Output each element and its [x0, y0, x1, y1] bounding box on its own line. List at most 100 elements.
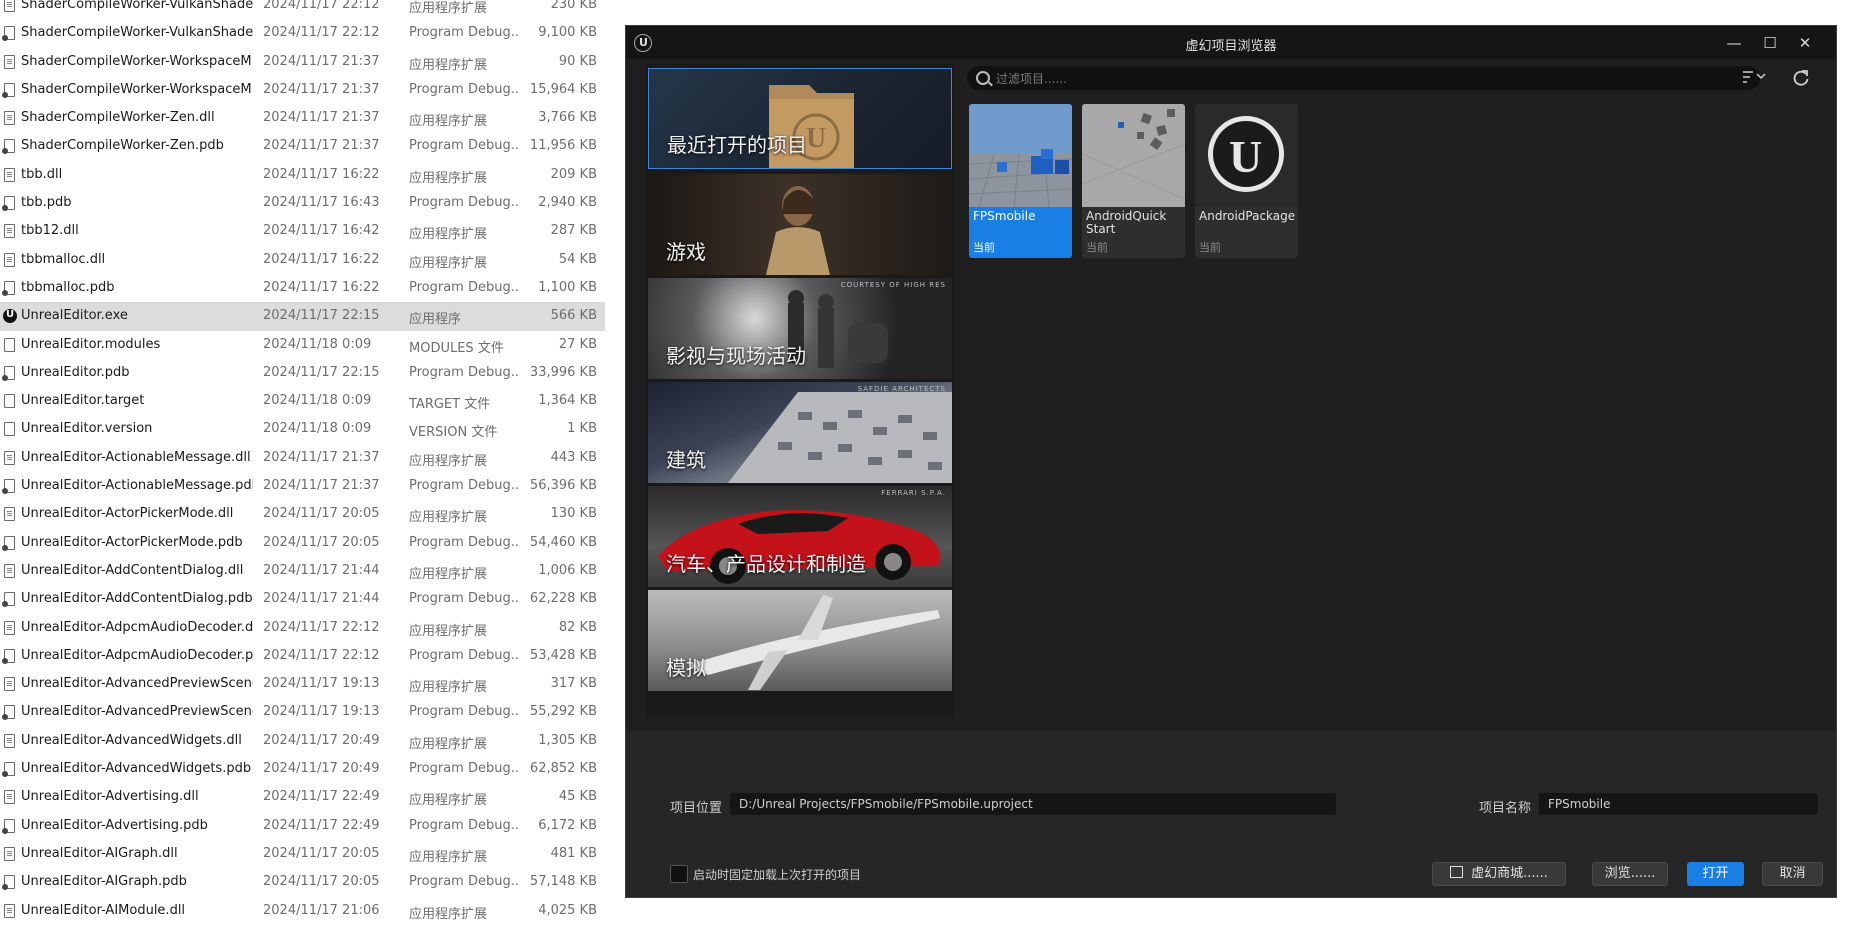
project-browser-window: 虚幻项目浏览器 — ☐ ✕ U 最近打开的项目 游戏 [625, 25, 1837, 898]
open-button[interactable]: 打开 [1687, 862, 1744, 886]
image-credit: SAFDIE ARCHITECTS [857, 385, 946, 393]
file-row[interactable]: ShaderCompileWorker-VulkanShade... 2024/1… [0, 0, 605, 19]
refresh-button[interactable] [1789, 66, 1813, 90]
file-size: 2,940 KB [538, 195, 597, 211]
project-location-field[interactable]: D:/Unreal Projects/FPSmobile/FPSmobile.u… [730, 793, 1336, 815]
file-row[interactable]: ShaderCompileWorker-WorkspaceM... 2024/11… [0, 48, 605, 76]
pdb-icon [2, 875, 15, 891]
file-size: 1,364 KB [538, 393, 597, 409]
file-row[interactable]: UnrealEditor-AddContentDialog.dll 2024/11… [0, 557, 605, 585]
file-icon [4, 394, 15, 409]
file-row[interactable]: UnrealEditor.pdb 2024/11/17 22:15 Program … [0, 359, 605, 387]
category-architecture[interactable]: SAFDIE ARCHITECTS 建筑 [648, 382, 952, 483]
file-date: 2024/11/17 21:44 [263, 562, 380, 578]
file-row[interactable]: UnrealEditor-AdvancedWidgets.pdb 2024/11/… [0, 755, 605, 783]
file-name: UnrealEditor-AdpcmAudioDecoder.p... [21, 647, 253, 663]
file-row[interactable]: UnrealEditor.modules 2024/11/18 0:09 MODUL… [0, 331, 605, 359]
file-row[interactable]: UnrealEditor-Advertising.dll 2024/11/17 2… [0, 783, 605, 811]
file-row[interactable]: ShaderCompileWorker-WorkspaceM... 2024/11… [0, 76, 605, 104]
file-size: 33,996 KB [529, 364, 597, 380]
category-games[interactable]: 游戏 [648, 174, 952, 275]
file-name: UnrealEditor.exe [21, 308, 128, 324]
project-tile-fpsmobile[interactable]: FPSmobile 当前 [969, 104, 1072, 258]
autoload-checkbox[interactable] [670, 865, 688, 883]
file-row[interactable]: tbbmalloc.pdb 2024/11/17 16:22 Program Deb… [0, 274, 605, 302]
browse-button[interactable]: 浏览...... [1592, 862, 1668, 886]
project-status: 当前 [973, 241, 995, 254]
file-size: 317 KB [550, 676, 597, 692]
search-box[interactable] [967, 66, 1760, 90]
file-size: 54 KB [558, 251, 597, 267]
file-row[interactable]: UnrealEditor.exe2024/11/17 22:15应用程序566 … [0, 302, 605, 331]
file-row[interactable]: UnrealEditor-AddContentDialog.pdb 2024/11… [0, 585, 605, 613]
category-label: 模拟 [666, 656, 706, 680]
file-date: 2024/11/17 21:06 [263, 902, 380, 918]
file-row[interactable]: UnrealEditor-AdpcmAudioDecoder.p... 2024/… [0, 642, 605, 670]
file-row[interactable]: ShaderCompileWorker-Zen.pdb 2024/11/17 21… [0, 132, 605, 160]
title-bar[interactable]: 虚幻项目浏览器 — ☐ ✕ [626, 26, 1836, 59]
file-row[interactable]: UnrealEditor-ActorPickerMode.pdb 2024/11/… [0, 529, 605, 557]
search-input[interactable] [994, 69, 1748, 89]
minimize-button[interactable]: — [1723, 32, 1745, 54]
file-name: UnrealEditor.modules [21, 336, 161, 352]
file-date: 2024/11/17 16:22 [263, 279, 380, 295]
dll-icon [4, 563, 15, 578]
pdb-icon [2, 818, 15, 834]
cancel-button[interactable]: 取消 [1762, 862, 1823, 886]
sort-button[interactable] [1739, 67, 1771, 89]
unreal-exe-icon [3, 309, 17, 324]
file-row[interactable]: UnrealEditor-AIGraph.dll 2024/11/17 20:05… [0, 840, 605, 868]
file-row[interactable]: UnrealEditor.target 2024/11/18 0:09 TARGET… [0, 387, 605, 415]
pdb-icon [2, 280, 15, 296]
file-row[interactable]: UnrealEditor-AdpcmAudioDecoder.dll 2024/1… [0, 614, 605, 642]
window-title: 虚幻项目浏览器 [1185, 39, 1277, 54]
file-name: tbb12.dll [21, 223, 79, 239]
category-panel: U 最近打开的项目 游戏 COURTESY OF HIGH RES 影视与现场活… [645, 64, 955, 717]
category-film-live-events[interactable]: COURTESY OF HIGH RES 影视与现场活动 [648, 278, 952, 379]
file-name: UnrealEditor-AddContentDialog.pdb [21, 591, 253, 607]
marketplace-button[interactable]: 虚幻商城...... [1432, 862, 1566, 886]
file-row[interactable]: ShaderCompileWorker-Zen.dll 2024/11/17 21… [0, 104, 605, 132]
file-row[interactable]: UnrealEditor-AdvancedWidgets.dll 2024/11/… [0, 727, 605, 755]
pdb-icon [2, 705, 15, 721]
file-row[interactable]: UnrealEditor-ActorPickerMode.dll 2024/11/… [0, 500, 605, 528]
project-name: AndroidQuick Start [1086, 209, 1167, 236]
file-row[interactable]: UnrealEditor-AIModule.dll 2024/11/17 21:0… [0, 897, 605, 925]
category-simulation[interactable]: 模拟 [648, 590, 952, 691]
project-tile-androidquickstart[interactable]: AndroidQuick Start 当前 [1082, 104, 1185, 258]
file-row[interactable]: UnrealEditor-ActionableMessage.pdb 2024/1… [0, 472, 605, 500]
file-row[interactable]: UnrealEditor.version 2024/11/18 0:09 VERSI… [0, 415, 605, 443]
project-name-field[interactable]: FPSmobile [1539, 793, 1818, 815]
file-date: 2024/11/18 0:09 [263, 336, 372, 352]
category-automotive[interactable]: FERRARI S.P.A. 汽车、产品设计和制造 [648, 486, 952, 587]
file-size: 6,172 KB [538, 817, 597, 833]
file-name: UnrealEditor.pdb [21, 364, 130, 380]
file-row[interactable]: UnrealEditor-AIGraph.pdb 2024/11/17 20:05… [0, 868, 605, 896]
pdb-icon [2, 196, 15, 212]
project-name-label: 项目名称 [1479, 801, 1532, 816]
category-recent-projects[interactable]: U 最近打开的项目 [648, 68, 952, 169]
project-name: FPSmobile [973, 209, 1036, 223]
file-row[interactable]: tbb.pdb 2024/11/17 16:43 Program Debug... 2… [0, 189, 605, 217]
file-row[interactable]: ShaderCompileWorker-VulkanShade... 2024/1… [0, 19, 605, 47]
close-button[interactable]: ✕ [1794, 32, 1816, 54]
file-row[interactable]: UnrealEditor-Advertising.pdb 2024/11/17 2… [0, 812, 605, 840]
dll-icon [4, 903, 15, 918]
project-tile-androidpackage[interactable]: U AndroidPackage 当前 [1195, 104, 1298, 258]
dll-icon [4, 0, 15, 12]
file-row[interactable]: tbb12.dll 2024/11/17 16:42 应用程序扩展 287 KB [0, 217, 605, 245]
file-size: 1,100 KB [538, 279, 597, 295]
file-size: 481 KB [550, 845, 597, 861]
dll-icon [4, 846, 15, 861]
file-row[interactable]: tbb.dll 2024/11/17 16:22 应用程序扩展 209 KB [0, 161, 605, 189]
file-row[interactable]: UnrealEditor-AdvancedPreviewScene.... 202… [0, 670, 605, 698]
file-size: 230 KB [550, 0, 597, 12]
file-size: 566 KB [550, 308, 597, 324]
svg-text:U: U [806, 123, 826, 154]
category-label: 影视与现场活动 [666, 344, 806, 368]
file-size: 4,025 KB [538, 902, 597, 918]
file-row[interactable]: UnrealEditor-ActionableMessage.dll 2024/1… [0, 444, 605, 472]
file-row[interactable]: tbbmalloc.dll 2024/11/17 16:22 应用程序扩展 54 KB [0, 246, 605, 274]
file-row[interactable]: UnrealEditor-AdvancedPreviewScene.... 202… [0, 698, 605, 726]
maximize-button[interactable]: ☐ [1759, 32, 1781, 54]
